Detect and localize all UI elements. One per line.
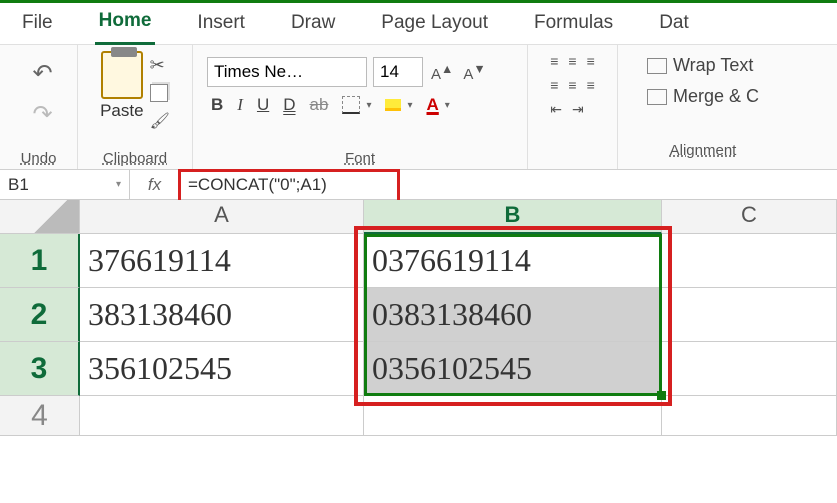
cell-a1[interactable]: 376619114 bbox=[80, 234, 364, 288]
select-all-corner[interactable] bbox=[0, 200, 80, 234]
cell-c1[interactable] bbox=[662, 234, 837, 288]
decrease-font-icon[interactable]: A▼ bbox=[461, 62, 487, 83]
increase-indent-icon[interactable]: ⇥ bbox=[572, 101, 584, 118]
border-button[interactable] bbox=[342, 96, 360, 114]
tab-data[interactable]: Dat bbox=[655, 4, 693, 44]
col-header-a[interactable]: A bbox=[80, 200, 364, 234]
formula-bar: B1 ▾ fx =CONCAT("0";A1) bbox=[0, 170, 837, 200]
cell-c2[interactable] bbox=[662, 288, 837, 342]
cell-a4[interactable] bbox=[80, 396, 364, 436]
tab-home[interactable]: Home bbox=[95, 2, 156, 45]
double-underline-button[interactable]: D bbox=[283, 95, 295, 115]
tab-insert[interactable]: Insert bbox=[193, 4, 249, 44]
align-right-icon[interactable]: ≡ bbox=[587, 77, 595, 93]
wrap-merge-group: Wrap Text Merge & C Alignment bbox=[618, 45, 788, 169]
clipboard-group-label: Clipboard bbox=[103, 150, 167, 167]
font-color-button[interactable]: A bbox=[427, 95, 439, 115]
cell-b4[interactable] bbox=[364, 396, 662, 436]
cell-b1[interactable]: 0376619114 bbox=[364, 234, 662, 288]
clipboard-group: Paste Clipboard bbox=[78, 45, 193, 169]
clipboard-icon bbox=[101, 51, 143, 99]
paste-label: Paste bbox=[100, 101, 143, 121]
decrease-indent-icon[interactable]: ⇤ bbox=[550, 101, 562, 118]
name-box[interactable]: B1 ▾ bbox=[0, 170, 130, 199]
formula-input[interactable]: =CONCAT("0";A1) bbox=[180, 173, 837, 197]
cell-c4[interactable] bbox=[662, 396, 837, 436]
row-header-1[interactable]: 1 bbox=[0, 234, 80, 288]
col-header-c[interactable]: C bbox=[662, 200, 837, 234]
increase-font-icon[interactable]: A▲ bbox=[429, 62, 455, 83]
redo-icon[interactable]: ↷ bbox=[32, 100, 52, 129]
font-size-select[interactable] bbox=[373, 57, 423, 87]
italic-button[interactable]: I bbox=[237, 95, 243, 115]
align-left-icon[interactable]: ≡ bbox=[550, 77, 558, 93]
align-group: ≡ ≡ ≡ ≡ ≡ ≡ ⇤ ⇥ bbox=[528, 45, 618, 169]
cell-c3[interactable] bbox=[662, 342, 837, 396]
fill-color-button[interactable] bbox=[385, 99, 401, 111]
chevron-down-icon[interactable]: ▾ bbox=[116, 179, 121, 190]
font-name-select[interactable] bbox=[207, 57, 367, 87]
font-group-label: Font bbox=[345, 150, 375, 167]
tab-file[interactable]: File bbox=[18, 4, 57, 44]
underline-button[interactable]: U bbox=[257, 95, 269, 115]
cut-icon[interactable] bbox=[150, 55, 170, 76]
paste-button[interactable]: Paste bbox=[100, 51, 143, 121]
cell-a2[interactable]: 383138460 bbox=[80, 288, 364, 342]
font-group: A▲ A▼ B I U D ab ▾ ▾ A▾ Font bbox=[193, 45, 528, 169]
merge-button[interactable]: Merge & C bbox=[647, 86, 759, 107]
fx-icon[interactable]: fx bbox=[130, 170, 180, 199]
format-painter-icon[interactable] bbox=[150, 110, 170, 131]
cell-b3[interactable]: 0356102545 bbox=[364, 342, 662, 396]
worksheet: A B C 1 376619114 0376619114 2 383138460… bbox=[0, 200, 837, 436]
merge-icon bbox=[647, 89, 667, 105]
tab-formulas[interactable]: Formulas bbox=[530, 4, 617, 44]
name-box-value: B1 bbox=[8, 175, 29, 195]
bold-button[interactable]: B bbox=[211, 95, 223, 115]
alignment-group-label: Alignment bbox=[670, 142, 737, 159]
tab-draw[interactable]: Draw bbox=[287, 4, 339, 44]
formula-text: =CONCAT("0";A1) bbox=[188, 175, 327, 194]
strikethrough-button[interactable]: ab bbox=[310, 95, 329, 115]
tab-page-layout[interactable]: Page Layout bbox=[377, 4, 492, 44]
row-header-3[interactable]: 3 bbox=[0, 342, 80, 396]
row-header-4[interactable]: 4 bbox=[0, 396, 80, 436]
undo-group: ↶ ↷ Undo bbox=[0, 45, 78, 169]
undo-group-label: Undo bbox=[21, 150, 57, 167]
ribbon: ↶ ↷ Undo Paste Clipboard A▲ A▼ bbox=[0, 45, 837, 170]
cell-a3[interactable]: 356102545 bbox=[80, 342, 364, 396]
merge-label: Merge & C bbox=[673, 86, 759, 107]
align-center-icon[interactable]: ≡ bbox=[568, 77, 576, 93]
wrap-text-button[interactable]: Wrap Text bbox=[647, 55, 759, 76]
wrap-text-label: Wrap Text bbox=[673, 55, 753, 76]
undo-icon[interactable]: ↶ bbox=[32, 59, 52, 88]
copy-icon[interactable] bbox=[150, 84, 168, 102]
align-top-icon[interactable]: ≡ bbox=[550, 53, 558, 69]
ribbon-tabs: File Home Insert Draw Page Layout Formul… bbox=[0, 3, 837, 45]
align-bottom-icon[interactable]: ≡ bbox=[587, 53, 595, 69]
cell-b2[interactable]: 0383138460 bbox=[364, 288, 662, 342]
col-header-b[interactable]: B bbox=[364, 200, 662, 234]
wrap-text-icon bbox=[647, 58, 667, 74]
align-middle-icon[interactable]: ≡ bbox=[568, 53, 576, 69]
row-header-2[interactable]: 2 bbox=[0, 288, 80, 342]
fill-handle[interactable] bbox=[657, 391, 666, 400]
